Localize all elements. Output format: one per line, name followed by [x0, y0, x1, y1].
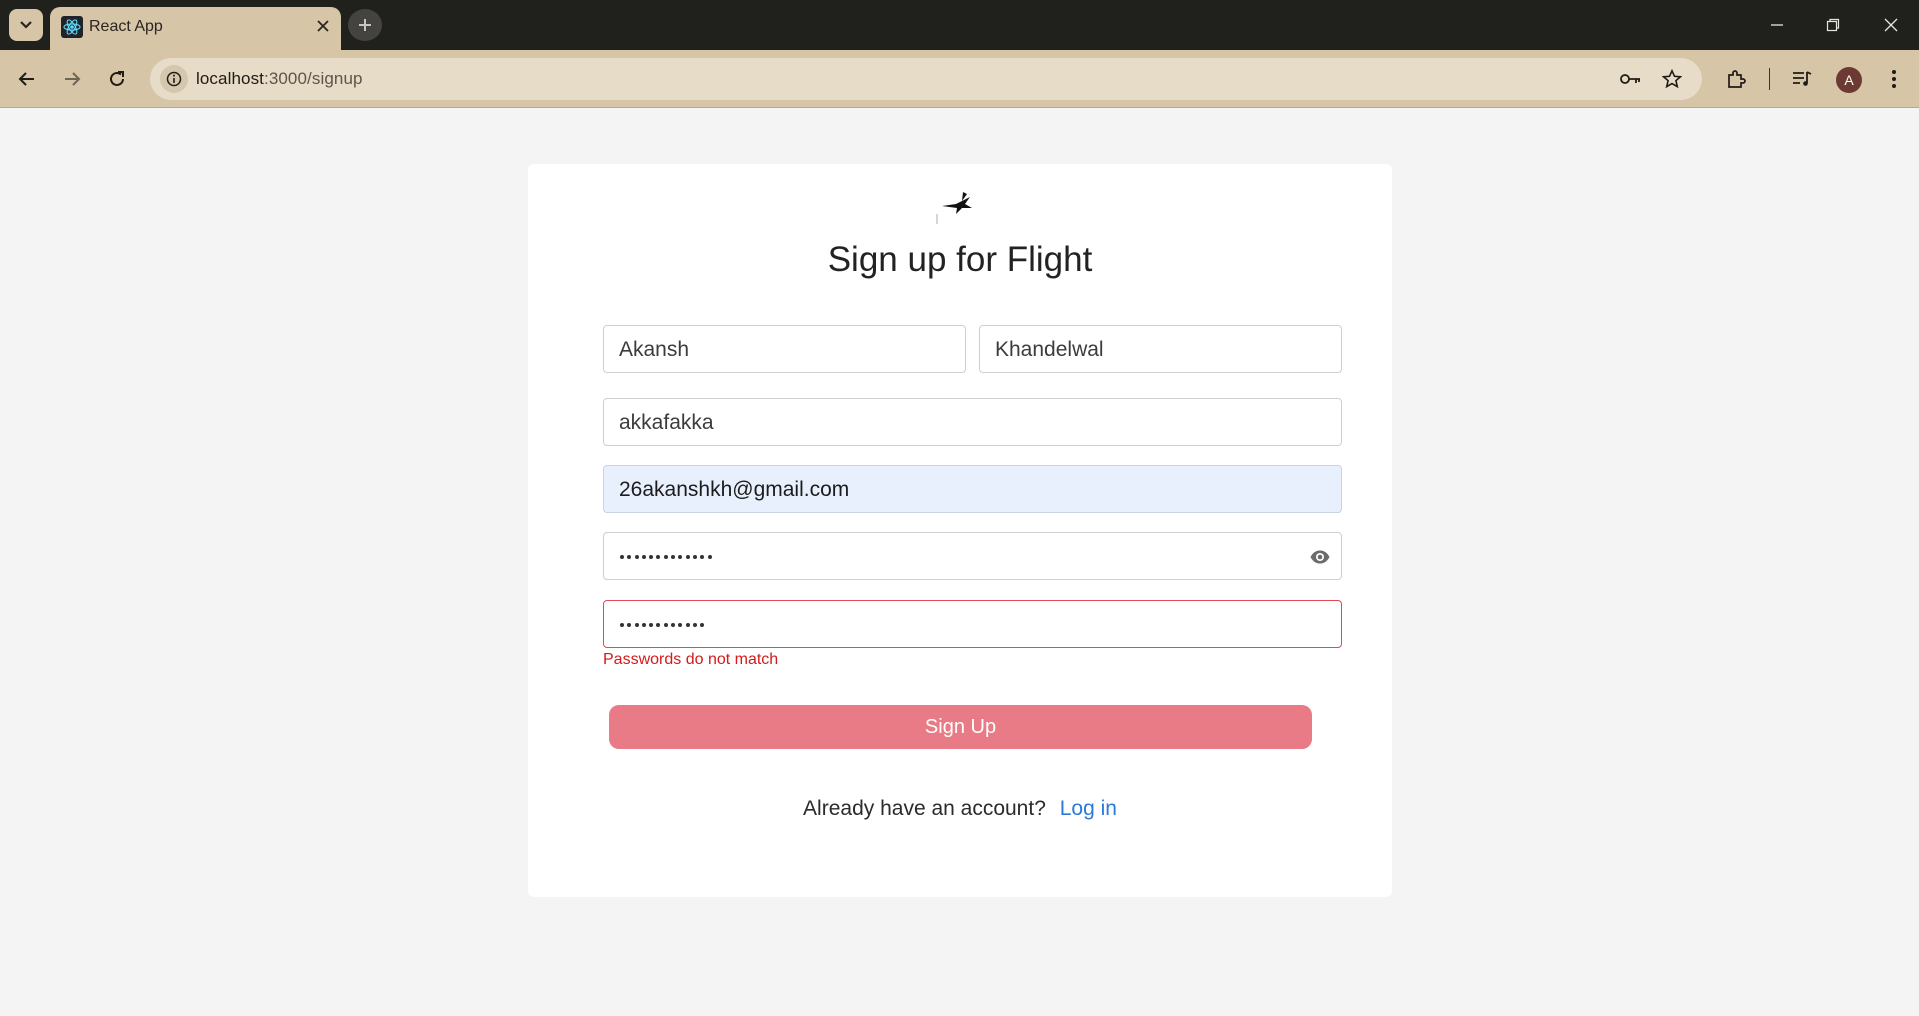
- sign-up-button[interactable]: Sign Up: [609, 705, 1312, 749]
- bird-logo-icon: [936, 192, 972, 224]
- toolbar-separator: [1769, 68, 1770, 90]
- tab-search-icon[interactable]: [9, 9, 43, 41]
- last-name-field[interactable]: Khandelwal: [979, 325, 1342, 373]
- mask-dot: [627, 623, 632, 627]
- info-icon[interactable]: [160, 65, 188, 93]
- confirm-password-mask: [620, 623, 705, 627]
- mask-dot: [692, 555, 697, 559]
- mask-dot: [656, 623, 661, 627]
- close-window-icon[interactable]: [1878, 12, 1904, 38]
- url-host: localhost: [196, 69, 264, 88]
- reload-icon[interactable]: [100, 62, 134, 96]
- mask-dot: [678, 623, 683, 627]
- username-value: akkafakka: [619, 411, 714, 434]
- mask-dot: [671, 623, 676, 627]
- email-value: 26akanshkh@gmail.com: [619, 478, 850, 501]
- url-path: :3000/signup: [264, 69, 363, 88]
- mask-dot: [634, 555, 639, 559]
- first-name-field[interactable]: Akansh: [603, 325, 966, 373]
- url-text[interactable]: localhost:3000/signup: [196, 69, 363, 89]
- mask-dot: [707, 555, 712, 559]
- login-link[interactable]: Log in: [1060, 797, 1117, 820]
- restore-icon[interactable]: [1820, 12, 1846, 38]
- react-icon: [61, 16, 83, 38]
- password-error: Passwords do not match: [603, 651, 779, 668]
- minimize-icon[interactable]: [1764, 12, 1790, 38]
- mask-dot: [671, 555, 676, 559]
- mask-dot: [641, 623, 646, 627]
- confirm-password-field[interactable]: [603, 600, 1342, 648]
- mask-dot: [620, 623, 624, 627]
- last-name-value: Khandelwal: [995, 338, 1104, 361]
- signup-card: Sign up for Flight Akansh Khandelwal akk…: [528, 164, 1392, 897]
- page-title: Sign up for Flight: [827, 240, 1093, 279]
- menu-icon[interactable]: [1877, 62, 1911, 96]
- avatar[interactable]: A: [1836, 67, 1862, 93]
- mask-dot: [620, 555, 624, 559]
- first-name-value: Akansh: [619, 338, 690, 361]
- mask-dot: [627, 555, 632, 559]
- password-mask: [620, 555, 712, 559]
- mask-dot: [649, 555, 654, 559]
- username-field[interactable]: akkafakka: [603, 398, 1342, 446]
- mask-dot: [678, 555, 683, 559]
- media-icon[interactable]: [1785, 62, 1819, 96]
- key-icon[interactable]: [1618, 66, 1644, 92]
- password-field[interactable]: [603, 532, 1342, 580]
- address-bar[interactable]: localhost:3000/signup: [150, 58, 1702, 100]
- login-prompt-line: Already have an account? Log in: [528, 797, 1392, 821]
- mask-dot: [700, 555, 705, 559]
- mask-dot: [641, 555, 646, 559]
- mask-dot: [656, 555, 661, 559]
- mask-dot: [634, 623, 639, 627]
- plus-icon[interactable]: [348, 9, 382, 41]
- mask-dot: [685, 623, 690, 627]
- close-icon[interactable]: [312, 15, 334, 37]
- star-icon[interactable]: [1659, 66, 1685, 92]
- back-arrow-icon[interactable]: [10, 62, 44, 96]
- tab-react-app[interactable]: React App: [50, 7, 341, 50]
- mask-dot: [692, 623, 697, 627]
- tab-title: React App: [89, 18, 163, 35]
- eye-icon[interactable]: [1309, 546, 1331, 568]
- mask-dot: [663, 555, 668, 559]
- forward-arrow-icon[interactable]: [55, 62, 89, 96]
- tab-strip: React App: [0, 0, 1919, 50]
- email-field[interactable]: 26akanshkh@gmail.com: [603, 465, 1342, 513]
- mask-dot: [649, 623, 654, 627]
- mask-dot: [685, 555, 690, 559]
- mask-dot: [700, 623, 705, 627]
- mask-dot: [663, 623, 668, 627]
- login-prompt: Already have an account?: [803, 797, 1046, 820]
- extensions-icon[interactable]: [1719, 62, 1753, 96]
- browser-toolbar: localhost:3000/signup A: [0, 50, 1919, 108]
